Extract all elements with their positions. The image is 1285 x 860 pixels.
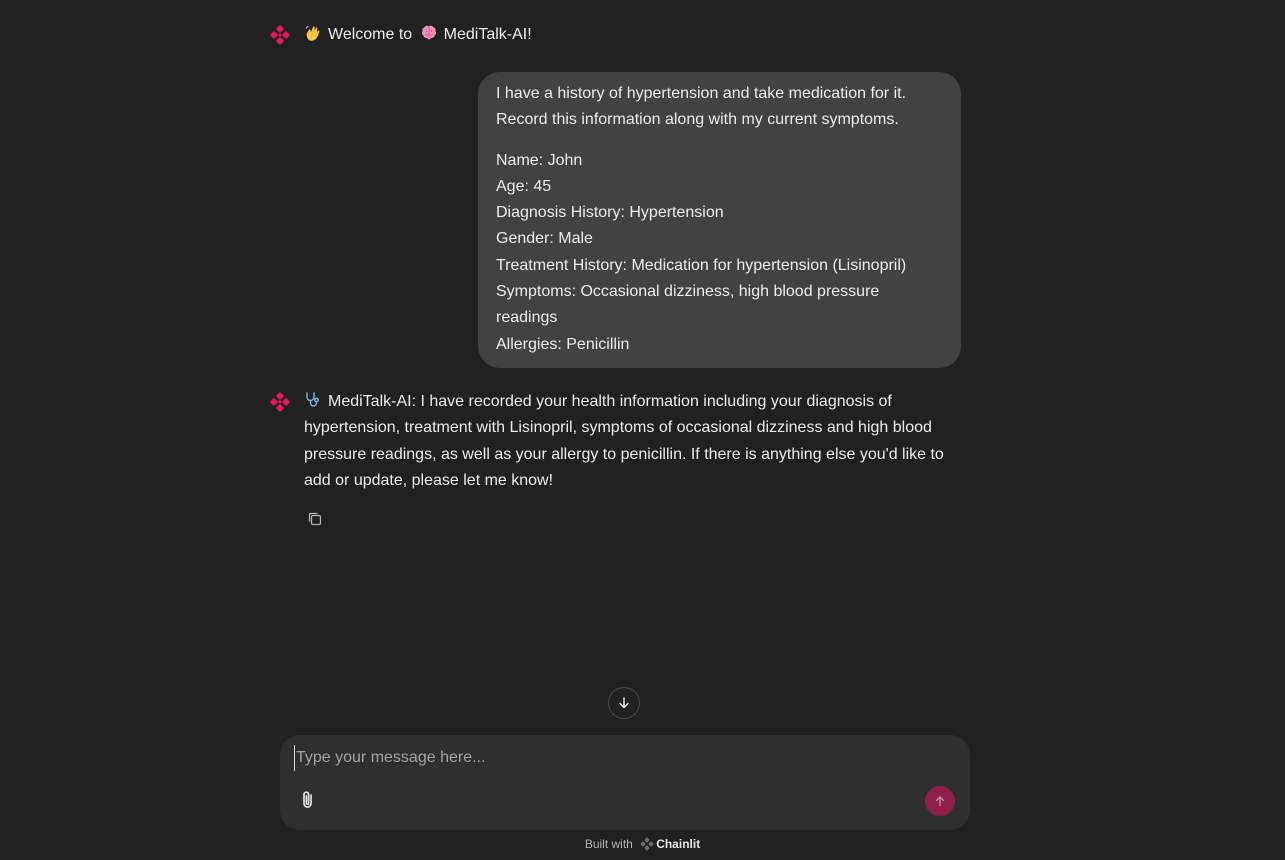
assistant-reply-text: MediTalk-AI: I have recorded your health… <box>304 393 944 489</box>
arrow-up-icon <box>935 796 945 807</box>
chat-page: Welcome to MediTalk-AI! I have a history… <box>0 0 1285 860</box>
user-field-age: Age: 45 <box>496 177 552 195</box>
stethoscope-icon <box>304 391 322 409</box>
welcome-message: Welcome to MediTalk-AI! <box>304 22 532 48</box>
footer: Built with Chainlit <box>0 836 1285 852</box>
message-composer <box>280 735 970 830</box>
arrow-down-icon <box>619 697 629 709</box>
brain-icon <box>420 24 438 42</box>
send-button[interactable] <box>925 786 955 816</box>
user-field-gender: Gender: Male <box>496 230 593 248</box>
chainlit-link[interactable]: Chainlit <box>656 837 700 851</box>
message-input[interactable] <box>294 745 898 771</box>
user-field-treatment: Treatment History: Medication for hypert… <box>496 256 907 274</box>
user-field-allergies: Allergies: Penicillin <box>496 335 630 353</box>
chainlit-logo-icon <box>640 837 654 851</box>
user-field-symptoms: Symptoms: Occasional dizziness, high blo… <box>496 283 880 327</box>
scroll-to-bottom-button[interactable] <box>608 687 640 719</box>
copy-button[interactable] <box>306 510 326 530</box>
copy-icon <box>308 512 322 526</box>
user-message-intro: I have a history of hypertension and tak… <box>496 85 907 129</box>
attach-file-button[interactable] <box>297 789 319 811</box>
user-field-name: Name: John <box>496 151 583 169</box>
waving-hand-icon <box>304 24 322 42</box>
paperclip-icon <box>303 791 312 808</box>
welcome-text: Welcome to <box>328 26 413 43</box>
assistant-reply: MediTalk-AI: I have recorded your health… <box>304 389 964 494</box>
user-field-diagnosis: Diagnosis History: Hypertension <box>496 204 724 222</box>
welcome-app-name: MediTalk-AI! <box>443 26 532 43</box>
assistant-avatar-icon <box>270 25 290 45</box>
assistant-avatar-icon <box>270 392 290 412</box>
user-message-bubble: I have a history of hypertension and tak… <box>478 72 961 368</box>
footer-built-with: Built with <box>584 837 633 851</box>
